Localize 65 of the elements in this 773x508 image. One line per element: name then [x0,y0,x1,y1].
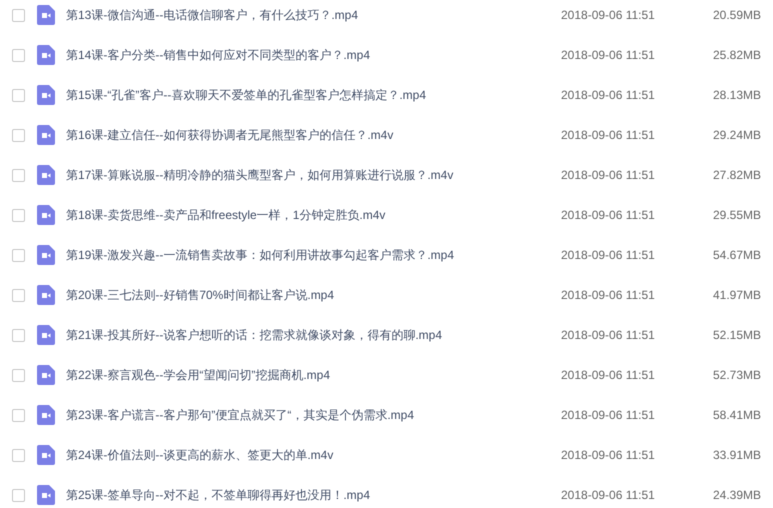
video-file-icon [37,45,55,65]
modified-date: 2018-09-06 11:51 [561,167,656,184]
file-size: 58.41MB [712,407,761,424]
checkbox[interactable] [12,368,25,382]
checkbox[interactable] [12,88,25,102]
file-size: 33.91MB [712,447,761,464]
modified-date: 2018-09-06 11:51 [561,407,656,424]
file-name[interactable]: 第15课-“孔雀”客户--喜欢聊天不爱签单的孔雀型客户怎样搞定？.mp4 [66,86,561,104]
file-size: 29.55MB [712,207,761,224]
file-name[interactable]: 第21课-投其所好--说客户想听的话：挖需求就像谈对象，得有的聊.mp4 [66,326,561,344]
video-file-icon [37,365,55,385]
checkbox[interactable] [12,288,25,302]
file-size: 25.82MB [712,47,761,64]
modified-date: 2018-09-06 11:51 [561,447,656,464]
file-name[interactable]: 第22课-察言观色--学会用“望闻问切”挖掘商机.mp4 [66,366,561,384]
file-size: 28.13MB [712,87,761,104]
file-size: 41.97MB [712,287,761,304]
file-size: 27.82MB [712,167,761,184]
modified-date: 2018-09-06 11:51 [561,47,656,64]
video-file-icon [37,445,55,465]
video-file-icon [37,205,55,225]
video-file-icon [37,325,55,345]
modified-date: 2018-09-06 11:51 [561,487,656,504]
video-file-icon [37,165,55,185]
video-file-icon [37,85,55,105]
video-file-icon [37,245,55,265]
checkbox[interactable] [12,248,25,262]
file-name[interactable]: 第25课-签单导向--对不起，不签单聊得再好也没用！.mp4 [66,486,561,504]
file-size: 54.67MB [712,247,761,264]
checkbox[interactable] [12,448,25,462]
checkbox[interactable] [12,168,25,182]
modified-date: 2018-09-06 11:51 [561,87,656,104]
modified-date: 2018-09-06 11:51 [561,7,656,24]
video-file-icon [37,5,55,25]
file-name[interactable]: 第24课-价值法则--谈更高的薪水、签更大的单.m4v [66,446,561,464]
file-name[interactable]: 第13课-微信沟通--电话微信聊客户，有什么技巧？.mp4 [66,6,561,24]
video-file-icon [37,125,55,145]
video-file-icon [37,405,55,425]
file-name[interactable]: 第23课-客户谎言--客户那句”便宜点就买了“，其实是个伪需求.mp4 [66,406,561,424]
modified-date: 2018-09-06 11:51 [561,207,656,224]
modified-date: 2018-09-06 11:51 [561,367,656,384]
modified-date: 2018-09-06 11:51 [561,247,656,264]
checkbox[interactable] [12,8,25,22]
checkbox[interactable] [12,328,25,342]
checkbox[interactable] [12,48,25,62]
file-name[interactable]: 第20课-三七法则--好销售70%时间都让客户说.mp4 [66,286,561,304]
file-name[interactable]: 第18课-卖货思维--卖产品和freestyle一样，1分钟定胜负.m4v [66,206,561,224]
checkbox[interactable] [12,408,25,422]
video-file-icon [37,285,55,305]
file-name[interactable]: 第16课-建立信任--如何获得协调者无尾熊型客户的信任？.m4v [66,126,561,144]
file-size: 20.59MB [712,7,761,24]
checkbox[interactable] [12,128,25,142]
video-file-icon [37,485,55,505]
file-name[interactable]: 第19课-激发兴趣--一流销售卖故事：如何利用讲故事勾起客户需求？.mp4 [66,246,561,264]
file-size: 52.15MB [712,327,761,344]
modified-date: 2018-09-06 11:51 [561,287,656,304]
modified-date: 2018-09-06 11:51 [561,127,656,144]
file-size: 52.73MB [712,367,761,384]
modified-date: 2018-09-06 11:51 [561,327,656,344]
file-name[interactable]: 第17课-算账说服--精明冷静的猫头鹰型客户，如何用算账进行说服？.m4v [66,166,561,184]
file-size: 29.24MB [712,127,761,144]
file-size: 24.39MB [712,487,761,504]
checkbox[interactable] [12,208,25,222]
checkbox[interactable] [12,488,25,502]
file-name[interactable]: 第14课-客户分类--销售中如何应对不同类型的客户？.mp4 [66,46,561,64]
